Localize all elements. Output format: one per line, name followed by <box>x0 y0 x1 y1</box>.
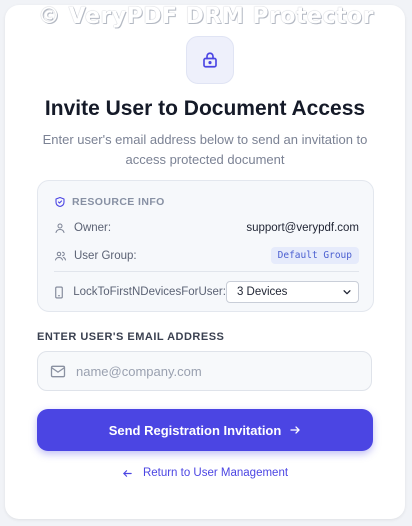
arrow-left-icon <box>123 469 132 477</box>
user-group-row: User Group: Default Group <box>54 247 359 264</box>
mail-icon <box>50 365 66 377</box>
lock-badge <box>186 36 234 84</box>
page-subtitle: Enter user's email address below to send… <box>42 132 368 167</box>
resource-info-heading: RESOURCE INFO <box>54 196 165 208</box>
resource-info-heading-text: RESOURCE INFO <box>72 196 165 208</box>
lock-devices-select[interactable]: 3 Devices <box>225 281 359 303</box>
return-link-label: Return to User Management <box>142 467 289 479</box>
lock-icon <box>203 52 217 68</box>
arrow-right-icon <box>290 426 300 434</box>
users-icon <box>55 251 66 260</box>
user-group-label: User Group: <box>74 249 137 262</box>
resource-divider <box>54 271 359 272</box>
watermark: © VeryPDF DRM Protector <box>38 4 374 29</box>
lock-devices-row: LockToFirstNDevicesForUser: 3 Devices <box>54 281 359 303</box>
lock-devices-label: LockToFirstNDevicesForUser: <box>73 286 226 298</box>
resource-info-panel: RESOURCE INFO Owner: support@verypdf.com… <box>37 180 374 312</box>
chevron-down-icon <box>343 290 351 295</box>
email-input[interactable] <box>74 362 371 380</box>
owner-row: Owner: support@verypdf.com <box>54 222 359 234</box>
owner-label: Owner: <box>74 222 112 234</box>
invite-card: Invite User to Document Access Enter use… <box>5 5 405 519</box>
user-group-badge: Default Group <box>270 247 359 264</box>
lock-devices-selected: 3 Devices <box>236 286 288 298</box>
send-invitation-button[interactable]: Send Registration Invitation <box>37 409 373 451</box>
email-field-label: ENTER USER'S EMAIL ADDRESS <box>37 331 225 343</box>
owner-value: support@verypdf.com <box>246 222 359 234</box>
device-icon <box>55 286 63 298</box>
page-title: Invite User to Document Access <box>44 97 366 120</box>
return-to-user-management-link[interactable]: Return to User Management <box>5 467 405 479</box>
email-field[interactable] <box>37 351 372 391</box>
user-icon <box>55 223 65 233</box>
send-invitation-label: Send Registration Invitation <box>108 422 282 438</box>
shield-check-icon <box>55 196 65 208</box>
